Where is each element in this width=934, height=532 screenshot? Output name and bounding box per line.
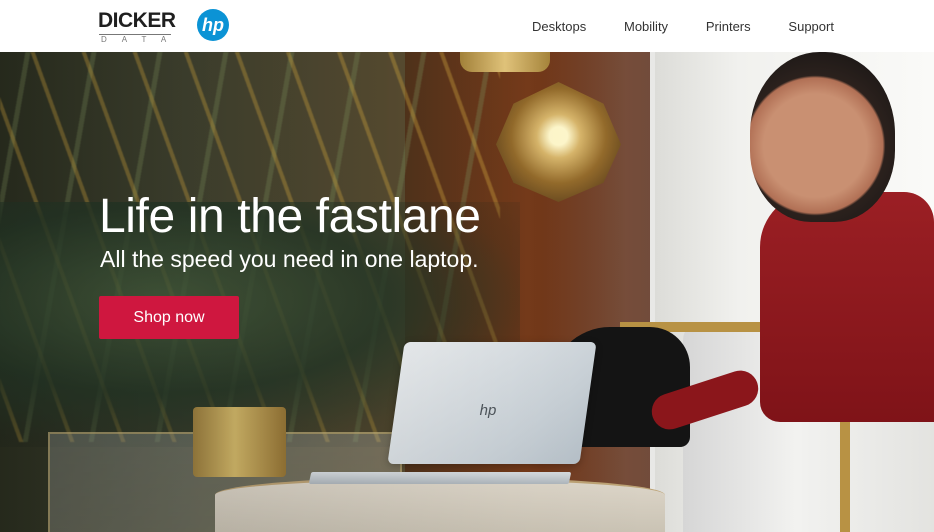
hero-subtitle: All the speed you need in one laptop. xyxy=(100,246,479,272)
dicker-logo-bottom: DATA xyxy=(101,35,182,44)
nav-mobility-link[interactable]: Mobility xyxy=(624,19,668,34)
shop-now-button[interactable]: Shop now xyxy=(99,296,239,339)
top-navigation-bar: DICKER DATA hp Desktops Mobility Printer… xyxy=(0,0,934,53)
nav-support-link[interactable]: Support xyxy=(788,19,834,34)
hero-title: Life in the fastlane xyxy=(99,190,481,243)
nav-printers-link[interactable]: Printers xyxy=(706,19,751,34)
hero-banner: hp xyxy=(0,52,934,532)
dicker-data-logo[interactable]: DICKER DATA xyxy=(98,9,182,44)
hero-overlay xyxy=(0,52,934,532)
hp-logo-icon[interactable]: hp xyxy=(197,9,229,41)
main-navigation: Desktops Mobility Printers Support xyxy=(532,17,834,35)
nav-desktops-link[interactable]: Desktops xyxy=(532,19,586,34)
dicker-logo-top: DICKER xyxy=(98,9,176,32)
